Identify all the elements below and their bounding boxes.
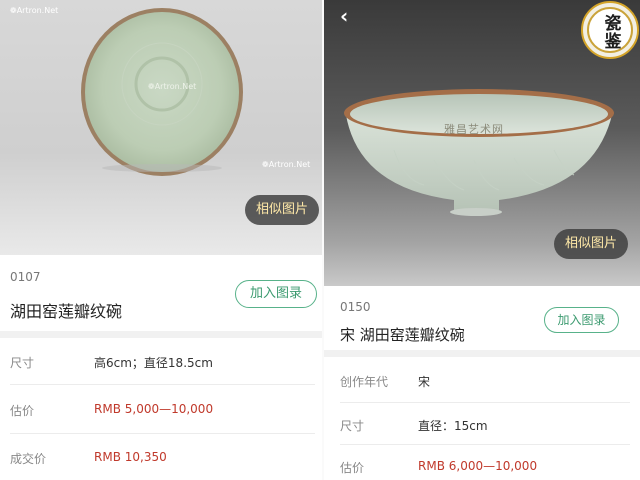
watermark-bottom: Artron.Net xyxy=(262,160,311,169)
detail-row-size: 尺寸 直径：15cm xyxy=(324,404,640,444)
add-to-catalog-button[interactable]: 加入图录 xyxy=(235,280,317,308)
row-label: 尺寸 xyxy=(340,419,365,433)
lot-title: 宋 湖田窑莲瓣纹碗 xyxy=(340,326,465,344)
lot-number: 0107 xyxy=(10,270,41,284)
lot-number: 0150 xyxy=(340,300,371,314)
image-watermark: 雅昌艺术网 xyxy=(444,123,504,136)
watermark-center: Artron.Net xyxy=(148,82,197,91)
detail-row-era: 创作年代 宋 xyxy=(324,360,640,400)
row-label: 估价 xyxy=(340,461,365,475)
row-value: RMB 5,000—10,000 xyxy=(94,402,214,416)
section-divider xyxy=(324,350,640,357)
detail-row-hammer-price: 成交价 RMB 10,350 xyxy=(0,437,322,477)
row-value: RMB 6,000—10,000 xyxy=(418,459,538,473)
detail-row-estimate: 估价 RMB 6,000—10,000 xyxy=(324,446,640,480)
detail-row-size: 尺寸 高6cm；直径18.5cm xyxy=(0,341,322,381)
row-value: 直径：15cm xyxy=(418,419,488,433)
row-value: 宋 xyxy=(418,375,431,389)
row-value: 高6cm；直径18.5cm xyxy=(94,356,213,370)
row-label: 尺寸 xyxy=(10,356,35,370)
similar-images-button[interactable]: 相似图片 xyxy=(245,195,320,225)
section-divider xyxy=(0,331,322,338)
seal-text: 瓷鉴 xyxy=(604,14,622,52)
detail-row-estimate: 估价 RMB 5,000—10,000 xyxy=(0,389,322,429)
lot-title: 湖田窑莲瓣纹碗 xyxy=(10,302,123,321)
row-divider xyxy=(10,384,315,385)
row-divider xyxy=(340,402,630,403)
porcelain-appraisal-seal-logo: 瓷鉴 xyxy=(581,1,639,59)
lot-photo[interactable]: Artron.Net Artron.Net Artron.Net 相似图片 xyxy=(0,0,322,255)
left-lot-panel: Artron.Net Artron.Net Artron.Net 相似图片 01… xyxy=(0,0,322,480)
row-label: 估价 xyxy=(10,404,35,418)
row-value: RMB 10,350 xyxy=(94,450,167,464)
similar-images-button[interactable]: 相似图片 xyxy=(554,229,629,259)
row-label: 创作年代 xyxy=(340,375,389,389)
chevron-left-icon[interactable]: ‹ xyxy=(340,4,348,28)
right-lot-panel: ‹ 雅昌艺术网 相似图片 0150 宋 湖田窑莲瓣纹碗 加入图录 创作年代 宋 … xyxy=(324,0,640,480)
row-divider xyxy=(10,433,315,434)
add-to-catalog-button[interactable]: 加入图录 xyxy=(544,307,619,333)
row-label: 成交价 xyxy=(10,452,47,466)
row-divider xyxy=(340,444,630,445)
